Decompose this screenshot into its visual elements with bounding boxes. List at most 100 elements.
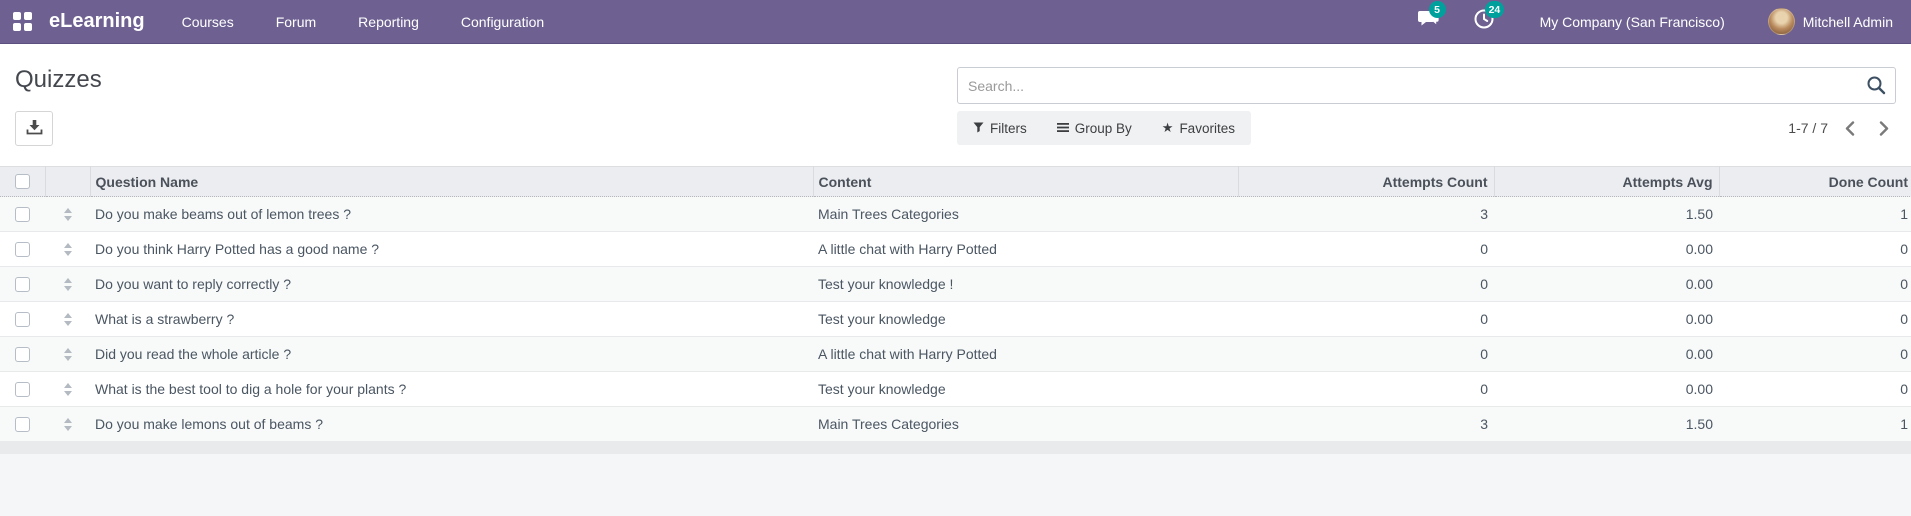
table-row[interactable]: What is the best tool to dig a hole for …	[0, 371, 1911, 407]
drag-handle-icon[interactable]	[63, 312, 72, 326]
question-name-cell[interactable]: What is the best tool to dig a hole for …	[90, 371, 813, 407]
pager-range[interactable]: 1-7 / 7	[1788, 120, 1828, 136]
attempts-avg-cell[interactable]: 0.00	[1494, 336, 1719, 372]
company-switcher[interactable]: My Company (San Francisco)	[1540, 14, 1725, 30]
attempts-avg-cell[interactable]: 0.00	[1494, 301, 1719, 337]
content-cell[interactable]: Main Trees Categories	[813, 196, 1238, 232]
filters-label: Filters	[990, 120, 1027, 136]
row-checkbox[interactable]	[15, 416, 30, 432]
navbar-right: 5 24 My Company (San Francisco) Mitchell…	[1417, 1, 1911, 35]
content-cell[interactable]: A little chat with Harry Potted	[813, 336, 1238, 372]
question-name-cell[interactable]: Do you think Harry Potted has a good nam…	[90, 231, 813, 267]
export-button[interactable]	[15, 111, 53, 146]
user-name: Mitchell Admin	[1802, 13, 1893, 30]
attempts-count-cell[interactable]: 0	[1238, 336, 1494, 372]
table-row[interactable]: Do you want to reply correctly ? Test yo…	[0, 266, 1911, 302]
column-header-question-name[interactable]: Question Name	[90, 166, 814, 197]
drag-handle-icon[interactable]	[63, 242, 72, 256]
avatar	[1767, 8, 1795, 35]
question-name-cell[interactable]: Did you read the whole article ?	[90, 336, 813, 372]
done-count-cell[interactable]: 1	[1719, 406, 1911, 442]
row-checkbox[interactable]	[15, 381, 30, 397]
content-cell[interactable]: Test your knowledge	[813, 371, 1238, 407]
column-header-attempts-count[interactable]: Attempts Count	[1238, 166, 1495, 197]
apps-grid-square	[13, 22, 21, 31]
done-count-cell[interactable]: 0	[1719, 301, 1911, 337]
attempts-count-cell[interactable]: 0	[1238, 371, 1494, 407]
menu-item-courses[interactable]: Courses	[182, 14, 234, 30]
table-row[interactable]: What is a strawberry ? Test your knowled…	[0, 301, 1911, 337]
done-count-cell[interactable]: 1	[1719, 196, 1911, 232]
group-by-label: Group By	[1074, 120, 1132, 136]
select-all-checkbox[interactable]	[15, 174, 30, 189]
bars-icon	[1056, 121, 1069, 136]
question-name-cell[interactable]: Do you want to reply correctly ?	[90, 266, 813, 302]
attempts-count-cell[interactable]: 0	[1238, 266, 1494, 302]
table-row[interactable]: Do you make lemons out of beams ? Main T…	[0, 406, 1911, 442]
activities-badge: 24	[1484, 1, 1505, 18]
content-cell[interactable]: Test your knowledge !	[813, 266, 1238, 302]
messages-button[interactable]: 5	[1417, 1, 1446, 35]
column-header-attempts-avg[interactable]: Attempts Avg	[1494, 166, 1720, 197]
activities-button[interactable]: 24	[1473, 1, 1505, 35]
filter-funnel-icon	[973, 121, 984, 136]
table-row[interactable]: Do you think Harry Potted has a good nam…	[0, 231, 1911, 267]
row-checkbox[interactable]	[15, 241, 30, 257]
attempts-avg-cell[interactable]: 1.50	[1494, 196, 1719, 232]
drag-handle-icon[interactable]	[63, 277, 72, 291]
content-cell[interactable]: Main Trees Categories	[813, 406, 1238, 442]
attempts-avg-cell[interactable]: 0.00	[1494, 371, 1719, 407]
column-header-done-count[interactable]: Done Count	[1719, 166, 1911, 197]
question-name-cell[interactable]: Do you make lemons out of beams ?	[90, 406, 813, 442]
done-count-cell[interactable]: 0	[1719, 336, 1911, 372]
table-footer-band	[0, 441, 1911, 454]
content-cell[interactable]: Test your knowledge	[813, 301, 1238, 337]
table-row[interactable]: Did you read the whole article ? A littl…	[0, 336, 1911, 372]
attempts-avg-cell[interactable]: 0.00	[1494, 266, 1719, 302]
menu-item-forum[interactable]: Forum	[276, 14, 316, 30]
attempts-count-cell[interactable]: 3	[1238, 406, 1494, 442]
question-name-cell[interactable]: What is a strawberry ?	[90, 301, 813, 337]
search-options-row: Filters Group By ★ Favorites 1-7 / 7	[957, 111, 1896, 145]
pager-next-icon[interactable]	[1872, 120, 1896, 136]
filters-button[interactable]: Filters	[973, 121, 1027, 136]
apps-grid-square	[24, 11, 32, 20]
drag-handle-icon[interactable]	[63, 347, 72, 361]
done-count-cell[interactable]: 0	[1719, 266, 1911, 302]
drag-handle-icon[interactable]	[63, 417, 72, 431]
star-icon: ★	[1161, 120, 1174, 135]
group-by-button[interactable]: Group By	[1056, 120, 1132, 136]
apps-grid-square	[24, 22, 32, 31]
attempts-count-cell[interactable]: 0	[1238, 231, 1494, 267]
row-checkbox[interactable]	[15, 206, 30, 222]
attempts-count-cell[interactable]: 0	[1238, 301, 1494, 337]
menu-item-reporting[interactable]: Reporting	[358, 14, 419, 30]
pager-previous-icon[interactable]	[1838, 120, 1862, 136]
apps-grid-square	[13, 11, 21, 20]
drag-handle-icon[interactable]	[63, 207, 72, 221]
row-checkbox[interactable]	[15, 346, 30, 362]
row-checkbox[interactable]	[15, 276, 30, 292]
attempts-avg-cell[interactable]: 0.00	[1494, 231, 1719, 267]
column-header-content[interactable]: Content	[813, 166, 1239, 197]
filter-bar: Filters Group By ★ Favorites	[957, 111, 1251, 145]
done-count-cell[interactable]: 0	[1719, 231, 1911, 267]
row-checkbox[interactable]	[15, 311, 30, 327]
search-icon[interactable]	[1866, 75, 1886, 100]
handle-column-header	[45, 166, 91, 197]
app-name[interactable]: eLearning	[49, 10, 145, 33]
drag-handle-icon[interactable]	[63, 382, 72, 396]
messages-badge: 5	[1428, 1, 1446, 18]
question-name-cell[interactable]: Do you make beams out of lemon trees ?	[90, 196, 813, 232]
favorites-button[interactable]: ★ Favorites	[1162, 120, 1235, 136]
menu-item-configuration[interactable]: Configuration	[461, 14, 544, 30]
quiz-table-body: Do you make beams out of lemon trees ? M…	[0, 196, 1911, 442]
apps-menu-icon[interactable]	[13, 11, 33, 32]
table-row[interactable]: Do you make beams out of lemon trees ? M…	[0, 196, 1911, 232]
attempts-count-cell[interactable]: 3	[1238, 196, 1494, 232]
user-menu[interactable]: Mitchell Admin	[1767, 8, 1893, 35]
content-cell[interactable]: A little chat with Harry Potted	[813, 231, 1238, 267]
attempts-avg-cell[interactable]: 1.50	[1494, 406, 1719, 442]
done-count-cell[interactable]: 0	[1719, 371, 1911, 407]
search-input[interactable]	[957, 67, 1896, 104]
